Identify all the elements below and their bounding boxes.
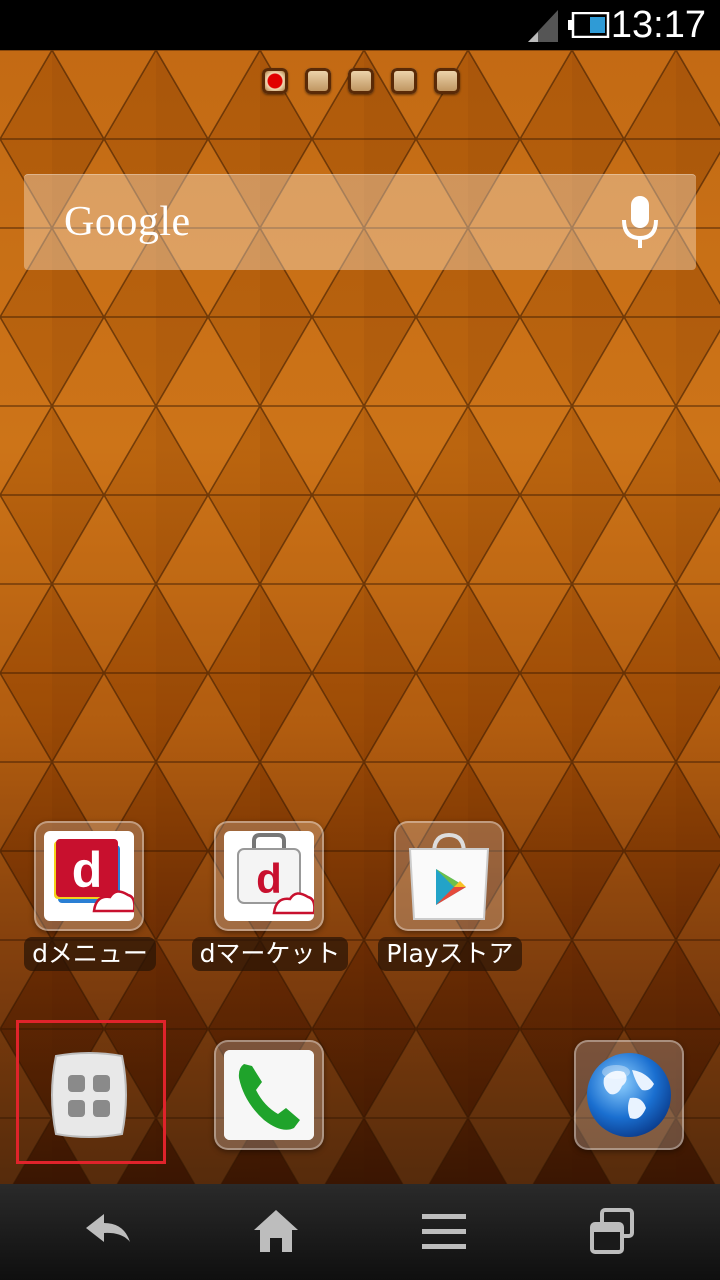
status-bar: 13:17 bbox=[0, 0, 720, 50]
page-indicator bbox=[262, 68, 460, 94]
selection-highlight bbox=[16, 1020, 166, 1164]
microphone-icon[interactable] bbox=[620, 196, 660, 250]
app-label: Playストア bbox=[378, 937, 522, 971]
d-market-icon: d bbox=[224, 831, 314, 921]
page-dot-4 bbox=[391, 68, 417, 94]
play-store-icon bbox=[404, 831, 494, 921]
globe-icon bbox=[587, 1053, 671, 1137]
signal-icon bbox=[528, 10, 558, 42]
app-tile: d bbox=[34, 821, 144, 931]
menu-icon[interactable] bbox=[416, 1204, 472, 1260]
app-tile bbox=[574, 1040, 684, 1150]
clock: 13:17 bbox=[610, 4, 706, 46]
phone-icon bbox=[224, 1050, 314, 1140]
home-screen[interactable]: Google d dメニュー d dマーケット Playストア bbox=[0, 50, 720, 1184]
recents-icon[interactable] bbox=[584, 1204, 640, 1260]
app-tile bbox=[214, 1040, 324, 1150]
page-dot-1 bbox=[262, 68, 288, 94]
navigation-bar bbox=[0, 1184, 720, 1280]
d-menu-icon: d bbox=[44, 831, 134, 921]
google-logo: Google bbox=[64, 199, 191, 245]
page-dot-3 bbox=[348, 68, 374, 94]
svg-text:d: d bbox=[72, 842, 103, 898]
battery-icon bbox=[568, 12, 610, 38]
page-dot-5 bbox=[434, 68, 460, 94]
google-search-bar[interactable]: Google bbox=[24, 174, 696, 270]
page-dot-2 bbox=[305, 68, 331, 94]
home-icon[interactable] bbox=[248, 1204, 304, 1260]
app-label: dマーケット bbox=[191, 937, 349, 971]
app-tile bbox=[394, 821, 504, 931]
back-icon[interactable] bbox=[80, 1204, 136, 1260]
app-tile: d bbox=[214, 821, 324, 931]
app-label: dメニュー bbox=[24, 937, 156, 971]
svg-text:d: d bbox=[256, 855, 282, 902]
